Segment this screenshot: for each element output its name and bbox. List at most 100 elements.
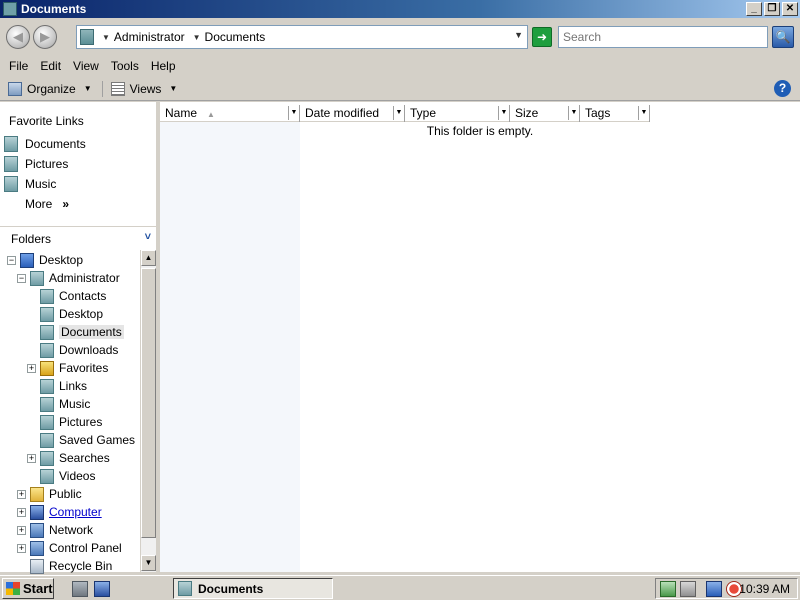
chevron-down-icon[interactable]: ▼ — [568, 106, 579, 120]
folders-title: Folders — [11, 231, 52, 246]
tree-item-control-panel[interactable]: + Control Panel — [17, 539, 122, 557]
chevron-down-icon[interactable]: ▼ — [498, 106, 509, 120]
breadcrumb-arrow-icon[interactable]: ▼ — [102, 33, 110, 42]
favorites-icon — [40, 360, 54, 376]
tree-item-documents[interactable]: Documents — [40, 323, 124, 341]
column-header-size[interactable]: Size ▼ — [510, 105, 580, 122]
tree-item-favorites[interactable]: + Favorites — [27, 359, 108, 377]
tree-item-music[interactable]: Music — [40, 395, 90, 413]
column-header-name[interactable]: Name ▲ ▼ — [160, 105, 300, 122]
chevron-down-icon[interactable]: ▼ — [288, 106, 299, 120]
public-folder-icon — [30, 486, 44, 502]
chevron-down-icon[interactable]: ▼ — [169, 84, 177, 93]
double-chevron-icon: » — [62, 197, 70, 211]
tree-item-administrator[interactable]: − Administrator — [17, 269, 120, 287]
breadcrumb-administrator[interactable]: Administrator — [114, 30, 185, 44]
search-button[interactable]: 🔍 — [772, 26, 794, 48]
tree-expander[interactable]: − — [17, 273, 26, 283]
more-links-button[interactable]: More » — [25, 197, 69, 211]
organize-button[interactable]: Organize ▼ — [8, 81, 92, 96]
address-dropdown-icon[interactable]: ▼ — [514, 30, 523, 40]
tree-item-label: Documents — [59, 325, 124, 339]
minimize-button[interactable]: _ — [746, 2, 762, 16]
tree-item-label: Administrator — [49, 271, 120, 285]
menu-view[interactable]: View — [68, 59, 104, 73]
scroll-down-button[interactable]: ▼ — [141, 555, 156, 571]
tree-item-downloads[interactable]: Downloads — [40, 341, 118, 359]
tree-expander[interactable]: + — [17, 507, 26, 517]
tree-item-links[interactable]: Links — [40, 377, 87, 395]
documents-icon — [4, 136, 18, 152]
tree-expander[interactable]: + — [17, 543, 26, 553]
toolbar-divider — [101, 80, 103, 97]
tree-item-pictures[interactable]: Pictures — [40, 413, 102, 431]
clock[interactable]: 10:39 AM — [739, 582, 790, 596]
tree-item-saved-games[interactable]: Saved Games — [40, 431, 135, 449]
menu-file[interactable]: File — [4, 59, 33, 73]
tree-item-desktop[interactable]: − Desktop — [7, 251, 83, 269]
views-button[interactable]: Views ▼ — [110, 81, 177, 96]
title-bar[interactable]: Documents _ ❐ ✕ — [0, 0, 800, 18]
scroll-up-button[interactable]: ▲ — [141, 250, 156, 266]
favorite-link-music[interactable]: Music — [4, 176, 56, 192]
help-button[interactable]: ? — [774, 80, 791, 97]
refresh-button[interactable]: ➜ — [532, 27, 552, 47]
desktop-icon — [20, 252, 34, 268]
breadcrumb-arrow-icon[interactable]: ▼ — [193, 33, 201, 42]
menu-edit[interactable]: Edit — [35, 59, 66, 73]
favorite-link-label: Pictures — [25, 157, 69, 171]
taskbar-item-documents[interactable]: Documents — [173, 578, 333, 599]
folders-header[interactable]: Folders ˅ — [0, 226, 157, 250]
more-label: More — [25, 197, 53, 211]
file-list-pane[interactable]: Name ▲ ▼ Date modified ▼ Type ▼ Size ▼ Ta… — [160, 102, 800, 572]
organize-icon — [8, 81, 22, 96]
switch-windows-icon[interactable] — [94, 581, 110, 597]
collapse-icon[interactable]: ˅ — [145, 231, 151, 243]
favorite-link-documents[interactable]: Documents — [4, 136, 86, 152]
column-header-date-modified[interactable]: Date modified ▼ — [300, 105, 405, 122]
tree-expander[interactable]: + — [17, 525, 26, 535]
forward-button[interactable]: ▶ — [33, 25, 57, 49]
tree-item-searches[interactable]: + Searches — [27, 449, 110, 467]
tree-item-contacts[interactable]: Contacts — [40, 287, 106, 305]
start-button[interactable]: Start — [2, 578, 54, 599]
address-row: ◀ ▶ ▼ Administrator ▼ Documents ▼ ➜ 🔍 — [0, 18, 800, 56]
network-status-icon[interactable] — [706, 580, 722, 597]
folder-tree-scrollbar[interactable]: ▲ ▼ — [140, 250, 156, 572]
tree-item-label: Network — [49, 523, 94, 537]
tree-item-network[interactable]: + Network — [17, 521, 93, 539]
tree-item-videos[interactable]: Videos — [40, 467, 95, 485]
window-controls: _ ❐ ✕ — [746, 2, 798, 16]
tree-expander[interactable]: + — [17, 489, 26, 499]
column-label: Name — [165, 106, 198, 120]
close-button[interactable]: ✕ — [782, 2, 798, 16]
tree-item-computer[interactable]: + Computer — [17, 503, 102, 521]
tree-expander[interactable]: − — [7, 255, 16, 265]
column-header-type[interactable]: Type ▼ — [405, 105, 510, 122]
menu-bar: File Edit View Tools Help — [0, 56, 800, 76]
tree-item-desktop-folder[interactable]: Desktop — [40, 305, 103, 323]
tree-item-label: Public — [49, 487, 82, 501]
chevron-down-icon[interactable]: ▼ — [393, 106, 404, 120]
favorite-link-pictures[interactable]: Pictures — [4, 156, 68, 172]
update-icon[interactable] — [680, 580, 696, 597]
tree-expander[interactable]: + — [27, 363, 36, 373]
menu-tools[interactable]: Tools — [106, 59, 144, 73]
tree-item-public[interactable]: + Public — [17, 485, 82, 503]
menu-help[interactable]: Help — [146, 59, 181, 73]
address-bar[interactable]: ▼ Administrator ▼ Documents ▼ — [76, 25, 528, 49]
tree-item-recycle-bin[interactable]: Recycle Bin — [30, 557, 112, 574]
security-center-icon[interactable] — [660, 580, 676, 597]
chevron-down-icon[interactable]: ▼ — [638, 106, 649, 120]
show-desktop-icon[interactable] — [72, 581, 88, 597]
scroll-thumb[interactable] — [141, 268, 156, 538]
column-label: Date modified — [305, 106, 380, 120]
breadcrumb-documents[interactable]: Documents — [205, 30, 266, 44]
back-button[interactable]: ◀ — [6, 25, 30, 49]
search-input[interactable] — [558, 26, 768, 48]
restore-button[interactable]: ❐ — [764, 2, 780, 16]
tree-expander[interactable]: + — [27, 453, 36, 463]
column-header-tags[interactable]: Tags ▼ — [580, 105, 650, 122]
tree-item-label: Pictures — [59, 415, 103, 429]
tree-item-label: Recycle Bin — [49, 559, 113, 573]
